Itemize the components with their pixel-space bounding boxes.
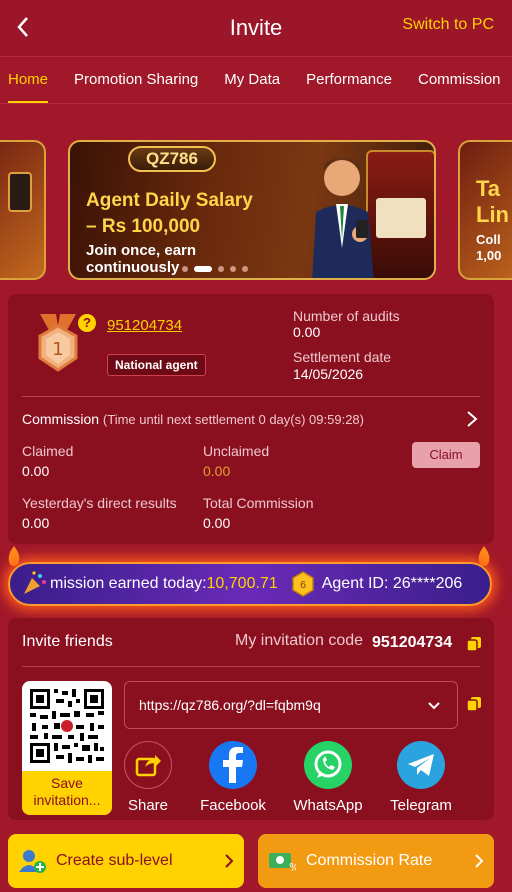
telegram-label: Telegram [390, 797, 452, 814]
invitation-link-value: https://qz786.org/?dl=fqbm9q [139, 697, 321, 713]
agent-character-image [312, 158, 374, 278]
copy-icon[interactable] [466, 636, 482, 652]
chevron-down-icon [428, 702, 440, 710]
commission-title: Commission [22, 411, 100, 427]
save-invitation-button[interactable]: Save invitation... [22, 771, 112, 815]
audits-label: Number of audits [293, 308, 400, 324]
copy-link-icon[interactable] [466, 696, 482, 712]
commission-rate-label: Commission Rate [306, 852, 433, 869]
back-button[interactable] [8, 12, 38, 42]
add-user-icon [19, 850, 46, 873]
svg-text:1: 1 [52, 339, 63, 360]
qr-code-card[interactable]: Save invitation... [22, 681, 112, 815]
tab-performance[interactable]: Performance [298, 57, 400, 103]
chevron-right-icon[interactable] [466, 410, 478, 428]
invitation-code-value: 951204734 [372, 634, 453, 651]
chevron-right-icon [225, 854, 234, 868]
claim-button[interactable]: Claim [412, 442, 480, 468]
banner-slide-prev[interactable] [0, 140, 46, 280]
carousel-dot[interactable] [218, 266, 224, 272]
share-icon [124, 741, 172, 789]
brand-logo: QZ786 [128, 146, 216, 172]
total-commission-value: 0.00 [203, 515, 231, 531]
invitation-code-label: My invitation code [235, 632, 364, 649]
chevron-right-icon [475, 854, 484, 868]
facebook-label: Facebook [200, 797, 266, 814]
page-title: Invite [229, 15, 283, 40]
invitation-link-select[interactable]: https://qz786.org/?dl=fqbm9q [124, 681, 458, 729]
next-slide-text-2: 1,00 [476, 248, 502, 263]
switch-to-pc-link[interactable]: Switch to PC [402, 16, 494, 34]
agent-badge-icon: 6 [291, 571, 314, 597]
party-horn-icon [24, 571, 46, 594]
audits-value: 0.00 [293, 324, 321, 340]
svg-text:6: 6 [300, 580, 306, 591]
phone-image [8, 172, 32, 212]
agent-type-badge: National agent [107, 354, 206, 376]
share-facebook-button[interactable]: Facebook [188, 741, 278, 814]
settlement-date-value: 14/05/2026 [293, 366, 364, 382]
money-icon: % [269, 853, 296, 872]
chevron-left-icon [17, 17, 28, 37]
banner-carousel[interactable]: QZ786 Agent Daily Salary – Rs 100,000 Jo… [0, 124, 512, 284]
total-commission-label: Total Commission [203, 495, 314, 511]
claimed-value: 0.00 [22, 463, 50, 479]
commission-rate-button[interactable]: % Commission Rate [258, 834, 494, 888]
ticker-earned-value: 10,700.71 [206, 575, 278, 592]
facebook-icon [209, 741, 257, 789]
next-slide-title: Ta [476, 176, 501, 201]
share-native-button[interactable]: Share [103, 741, 193, 814]
agent-id-link[interactable]: 951204734 [107, 317, 182, 334]
settlement-date-label: Settlement date [293, 349, 392, 365]
banner-headline: Agent Daily Salary [86, 190, 253, 211]
next-slide-text: Coll [476, 232, 501, 247]
ticker-agent-id: Agent ID: 26****206 [321, 575, 463, 592]
ticker-earned-label: mission earned today: [50, 575, 207, 592]
invite-friends-title: Invite friends [22, 633, 113, 650]
carousel-dot[interactable] [242, 266, 248, 272]
earnings-ticker: mission earned today: 10,700.71 6 Agent … [8, 562, 492, 606]
tab-promotion-sharing[interactable]: Promotion Sharing [66, 57, 206, 103]
next-slide-title-2: Lin [476, 202, 509, 227]
share-telegram-button[interactable]: Telegram [376, 741, 466, 814]
banner-amount: – Rs 100,000 [86, 216, 201, 237]
carousel-dot[interactable] [182, 266, 188, 272]
carousel-dot-active[interactable] [194, 266, 212, 272]
yesterday-results-value: 0.00 [22, 515, 50, 531]
share-whatsapp-button[interactable]: WhatsApp [283, 741, 373, 814]
tab-home[interactable]: Home [0, 57, 56, 103]
banner-slide-next[interactable]: Ta Lin Coll 1,00 [458, 140, 512, 280]
tab-my-data[interactable]: My Data [216, 57, 288, 103]
divider [22, 666, 480, 667]
claimed-label: Claimed [22, 443, 74, 459]
settlement-countdown: (Time until next settlement 0 day(s) 09:… [102, 412, 364, 427]
qr-code-image [28, 687, 106, 765]
svg-text:%: % [289, 861, 296, 872]
whatsapp-label: WhatsApp [293, 797, 363, 814]
unclaimed-value: 0.00 [203, 463, 231, 479]
create-sub-level-label: Create sub-level [56, 852, 173, 869]
help-icon[interactable]: ? [78, 314, 96, 332]
tab-commission[interactable]: Commission [410, 57, 509, 103]
whatsapp-icon [304, 741, 352, 789]
create-sub-level-button[interactable]: Create sub-level [8, 834, 244, 888]
carousel-dot[interactable] [230, 266, 236, 272]
unclaimed-label: Unclaimed [203, 443, 270, 459]
yesterday-results-label: Yesterday's direct results [22, 495, 177, 511]
header: Invite Switch to PC [0, 0, 512, 56]
telegram-icon [397, 741, 445, 789]
tab-bar: Home Promotion Sharing My Data Performan… [0, 56, 512, 104]
share-label: Share [127, 797, 169, 814]
divider [22, 396, 480, 397]
banner-slide-active[interactable]: QZ786 Agent Daily Salary – Rs 100,000 Jo… [68, 140, 436, 280]
carousel-dots [182, 266, 248, 272]
commission-header[interactable]: Commission (Time until next settlement 0… [22, 411, 364, 427]
